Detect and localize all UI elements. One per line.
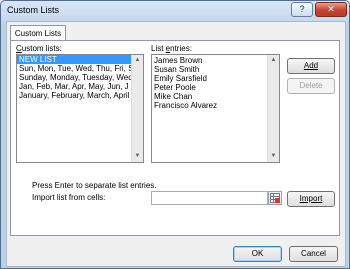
ok-button[interactable]: OK [233, 246, 282, 262]
import-range-input[interactable] [151, 191, 268, 205]
import-label: Import list from cells: [32, 193, 106, 202]
list-entries-scrollbar[interactable]: ▲ ▼ [267, 55, 279, 162]
list-item[interactable]: Francisco Alvarez [152, 101, 279, 110]
custom-lists-dialog: Custom Lists ? ✕ Custom Lists Custom lis… [0, 0, 350, 269]
list-item[interactable]: Mike Chan [152, 92, 279, 101]
list-entries-rows: James Brown Susan Smith Emily Sarsfield Pet… [152, 55, 279, 110]
cancel-button-label: Cancel [301, 249, 326, 258]
list-item[interactable]: January, February, March, April [17, 91, 143, 100]
list-item[interactable]: Susan Smith [152, 65, 279, 74]
tab-custom-lists[interactable]: Custom Lists [10, 25, 66, 41]
custom-lists-scrollbar[interactable]: ▲ ▼ [131, 55, 143, 162]
custom-lists-listbox[interactable]: NEW LIST Sun, Mon, Tue, Wed, Thu, Fri, SS… [16, 54, 144, 163]
close-button[interactable]: ✕ [315, 2, 347, 17]
list-item[interactable]: Peter Poole [152, 83, 279, 92]
delete-button-label: Delete [299, 81, 323, 90]
scroll-up-arrow-icon[interactable]: ▲ [133, 56, 142, 65]
dialog-client-area: Custom Lists Custom lists: List entries:… [6, 21, 346, 267]
list-entries-textbox[interactable]: James Brown Susan Smith Emily Sarsfield Pet… [151, 54, 280, 163]
custom-lists-label-text: ustom lists: [21, 44, 62, 53]
list-item[interactable]: James Brown [152, 56, 279, 65]
window-title: Custom Lists [7, 5, 60, 15]
enter-hint-text: Press Enter to separate list entries. [32, 181, 157, 190]
scroll-up-arrow-icon[interactable]: ▲ [269, 56, 278, 65]
scroll-down-arrow-icon[interactable]: ▼ [133, 152, 142, 161]
tab-panel: Custom lists: List entries: NEW LIST Sun,… [10, 40, 340, 236]
list-item[interactable]: Emily Sarsfield [152, 74, 279, 83]
delete-button[interactable]: Delete [287, 78, 335, 94]
add-button[interactable]: Add [287, 58, 335, 74]
title-bar: Custom Lists ? ✕ [1, 1, 349, 21]
import-button[interactable]: Import [287, 191, 335, 207]
import-button-label: Import [299, 194, 323, 203]
range-picker-icon [270, 193, 280, 203]
list-entries-label: List entries: [151, 44, 192, 53]
scroll-down-arrow-icon[interactable]: ▼ [269, 152, 278, 161]
cancel-button[interactable]: Cancel [289, 246, 338, 262]
help-icon: ? [299, 4, 305, 14]
close-icon: ✕ [327, 4, 335, 14]
list-item[interactable]: Sunday, Monday, Tuesday, Wed [17, 73, 143, 82]
list-item[interactable]: NEW LIST [17, 55, 143, 64]
help-button[interactable]: ? [291, 2, 313, 17]
custom-lists-rows: NEW LIST Sun, Mon, Tue, Wed, Thu, Fri, SS… [17, 55, 143, 100]
custom-lists-label: Custom lists: [16, 44, 62, 53]
range-picker-button[interactable] [268, 191, 282, 205]
ok-button-label: OK [251, 249, 264, 258]
list-item[interactable]: Jan, Feb, Mar, Apr, May, Jun, J [17, 82, 143, 91]
add-button-label: Add [303, 61, 319, 70]
list-item[interactable]: Sun, Mon, Tue, Wed, Thu, Fri, S [17, 64, 143, 73]
